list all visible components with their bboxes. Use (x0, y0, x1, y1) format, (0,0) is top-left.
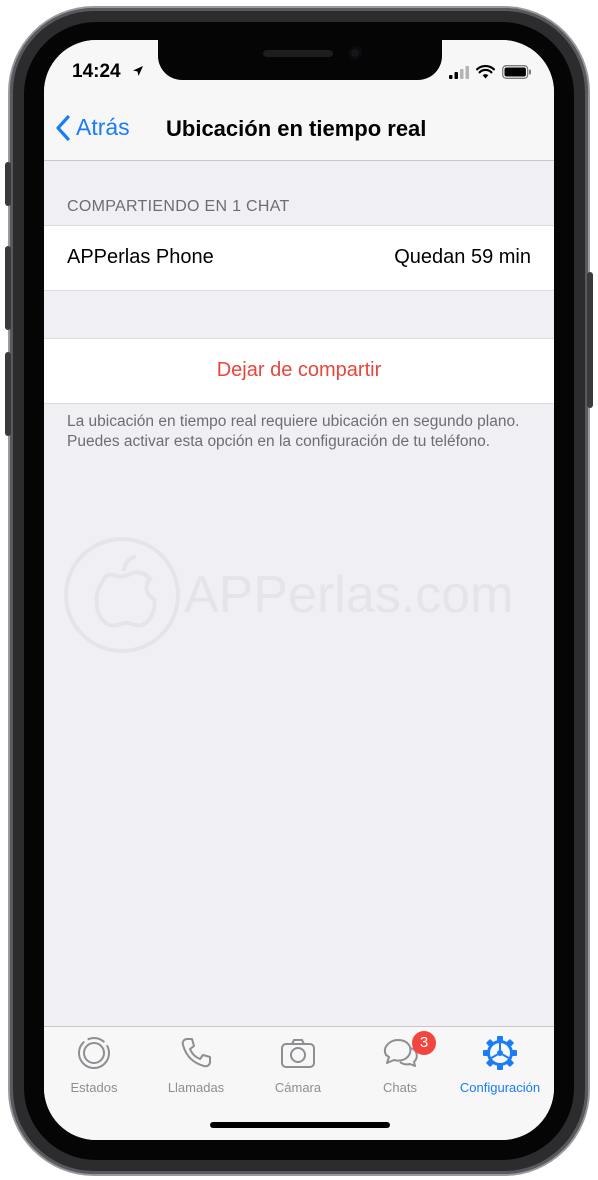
tab-llamadas-label: Llamadas (167, 1080, 225, 1095)
screen: 14:24 Atrás Ubicación en tiempo real COM… (44, 40, 554, 1140)
tab-configuracion-label: Configuración (459, 1080, 541, 1095)
tab-chats-label: Chats (383, 1080, 417, 1095)
stop-sharing-button[interactable]: Dejar de compartir (44, 338, 554, 404)
tab-camara[interactable]: Cámara (248, 1035, 348, 1095)
unread-badge: 3 (412, 1031, 436, 1055)
sharing-chat-row[interactable]: APPerlas Phone Quedan 59 min (44, 225, 554, 291)
time-remaining: Quedan 59 min (394, 246, 531, 268)
status-time: 14:24 (72, 61, 121, 82)
section-header: COMPARTIENDO EN 1 CHAT (67, 198, 290, 215)
volume-down-button (5, 352, 11, 436)
gear-icon (483, 1036, 517, 1070)
earpiece (263, 50, 333, 57)
side-button (587, 272, 593, 408)
home-indicator[interactable] (210, 1122, 390, 1128)
status-icons (449, 65, 532, 84)
apperlas-logo-icon (64, 537, 180, 653)
page-title: Ubicación en tiempo real (166, 116, 427, 141)
navigation-bar: Atrás Ubicación en tiempo real (44, 100, 554, 161)
tab-llamadas[interactable]: Llamadas (146, 1035, 246, 1095)
tab-estados-label: Estados (70, 1080, 118, 1095)
footer-note: La ubicación en tiempo real requiere ubi… (67, 413, 520, 450)
silent-switch (5, 162, 11, 206)
watermark-text: APPerlas.com (184, 566, 514, 624)
volume-up-button (5, 246, 11, 330)
front-camera (348, 46, 362, 60)
battery-icon (502, 65, 532, 84)
phone-icon (181, 1038, 211, 1068)
tab-estados[interactable]: Estados (44, 1035, 144, 1095)
chat-name: APPerlas Phone (67, 246, 214, 268)
chevron-left-icon (56, 114, 70, 141)
status-icon (78, 1037, 110, 1069)
signal-icon (449, 65, 469, 84)
stop-sharing-label: Dejar de compartir (216, 359, 382, 381)
back-button[interactable]: Atrás (56, 114, 130, 141)
tab-configuracion[interactable]: Configuración (450, 1035, 550, 1095)
location-arrow-icon (132, 64, 144, 82)
wifi-icon (476, 65, 495, 84)
camera-icon (281, 1039, 315, 1068)
tab-chats[interactable]: 3 Chats (350, 1031, 450, 1095)
back-label: Atrás (76, 114, 130, 140)
notch (158, 40, 442, 80)
watermark: APPerlas.com (62, 535, 542, 655)
tab-camara-label: Cámara (274, 1080, 322, 1095)
